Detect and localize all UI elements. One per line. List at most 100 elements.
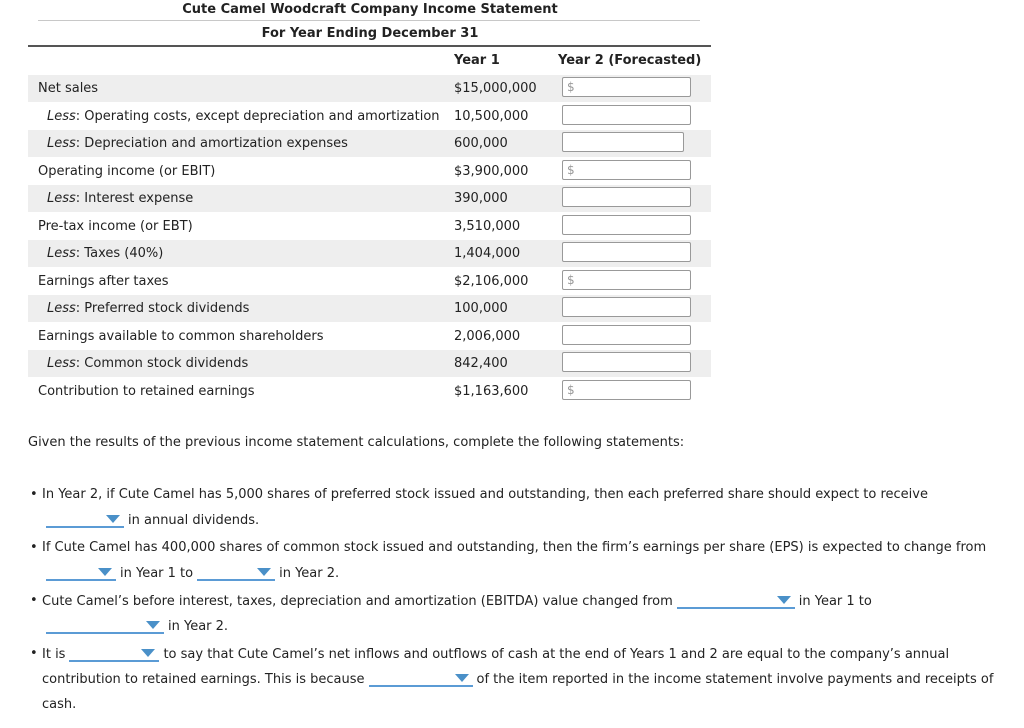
q2-eps-year1-dropdown[interactable] [46, 565, 116, 581]
row-label: Pre-tax income (or EBT) [38, 219, 193, 234]
statement-row: Less: Preferred stock dividends 100,000 [28, 295, 711, 322]
instructions-text: Given the results of the previous income… [28, 435, 685, 450]
statement-title: Cute Camel Woodcraft Company Income Stat… [182, 2, 558, 17]
dollar-prefix: $ [567, 80, 575, 94]
q4-line1: It is to say that Cute Camel’s net inflow… [42, 646, 949, 662]
year1-value: 1,404,000 [454, 246, 521, 261]
year2-input[interactable] [562, 187, 691, 207]
q4-text2: contribution to retained earnings. This … [42, 672, 365, 687]
q3-ebitda-year1-dropdown[interactable] [676, 593, 795, 609]
row-label: Earnings after taxes [38, 274, 169, 289]
statement-row: Less: Interest expense 390,000 [28, 185, 711, 212]
q4-reason-dropdown[interactable] [368, 671, 473, 687]
q1-line1: In Year 2, if Cute Camel has 5,000 share… [42, 487, 928, 502]
q4-text1: to say that Cute Camel’s net inflows and… [163, 647, 950, 662]
row-label: Less: Taxes (40%) [47, 246, 163, 261]
year2-input[interactable]: $ [562, 269, 691, 290]
q3-line2: in Year 2. [46, 618, 228, 634]
row-label-prefix: Less [47, 356, 76, 371]
year2-input[interactable]: $ [562, 379, 691, 400]
statement-subtitle: For Year Ending December 31 [261, 26, 479, 41]
row-label: Less: Depreciation and amortization expe… [47, 136, 348, 151]
year2-input[interactable] [562, 242, 691, 262]
row-label: Operating income (or EBIT) [38, 164, 215, 179]
year1-value: $1,163,600 [454, 383, 529, 399]
q3-suffix: in Year 2. [168, 619, 229, 634]
statement-row: Operating income (or EBIT) $3,900,000 $ [28, 158, 711, 185]
row-label-text: Contribution to retained earnings [38, 383, 255, 399]
bullet: • [30, 487, 38, 502]
q2-line2: in Year 1 to in Year 2. [46, 565, 339, 581]
row-label-text: : Preferred stock dividends [75, 301, 250, 316]
statement-row: Less: Taxes (40%) 1,404,000 [28, 240, 711, 267]
year2-input[interactable]: $ [562, 159, 691, 180]
row-label-text: : Taxes (40%) [75, 246, 164, 261]
q1-dividend-dropdown[interactable] [46, 512, 124, 528]
row-label: Less: Operating costs, except depreciati… [47, 109, 440, 124]
statement-row: Net sales $15,000,000 $ [28, 75, 711, 102]
q3-line1: Cute Camel’s before interest, taxes, dep… [42, 593, 872, 609]
year2-input[interactable]: $ [562, 77, 691, 97]
row-label-text: Earnings after taxes [38, 273, 169, 289]
year2-input[interactable] [562, 214, 691, 235]
q2-suffix: in Year 2. [279, 566, 340, 581]
dollar-prefix: $ [567, 162, 575, 177]
statement-row: Less: Depreciation and amortization expe… [28, 130, 711, 157]
dollar-prefix: $ [567, 272, 575, 287]
q2-eps-year2-dropdown[interactable] [197, 565, 276, 581]
q3-ebitda-year2-dropdown[interactable] [46, 618, 164, 634]
year2-input[interactable] [562, 324, 691, 345]
statement-row: Less: Operating costs, except depreciati… [28, 103, 711, 130]
row-label: Less: Common stock dividends [47, 356, 248, 371]
dropdown-arrow-icon [98, 568, 112, 576]
q4-accuracy-dropdown[interactable] [69, 646, 160, 662]
statement-row: Less: Common stock dividends 842,400 [28, 350, 711, 377]
year1-value: $3,900,000 [454, 163, 529, 179]
row-label-text: Earnings available to common shareholder… [38, 328, 324, 344]
year1-value: 100,000 [454, 301, 508, 316]
row-label: Less: Preferred stock dividends [47, 301, 249, 316]
row-label-text: : Operating costs, except depreciation a… [75, 108, 440, 124]
row-label: Net sales [38, 81, 98, 96]
q3-middle: in Year 1 to [798, 594, 872, 609]
row-label: Less: Interest expense [47, 191, 193, 206]
year1-value: 10,500,000 [454, 108, 529, 124]
row-label-prefix: Less [47, 301, 76, 316]
row-label: Contribution to retained earnings [38, 384, 255, 399]
dollar-prefix: $ [567, 382, 575, 397]
statement-row: Earnings after taxes $2,106,000 $ [28, 268, 711, 295]
bullet: • [30, 540, 38, 555]
dropdown-arrow-icon [146, 621, 160, 629]
statement-row: Contribution to retained earnings $1,163,… [28, 378, 711, 405]
row-label-text: Operating income (or EBIT) [38, 163, 216, 179]
row-label-text: Net sales [38, 81, 99, 96]
year1-value: 390,000 [454, 191, 508, 206]
row-label-text: : Interest expense [75, 191, 194, 206]
dropdown-arrow-icon [454, 674, 469, 682]
q2-line1: If Cute Camel has 400,000 shares of comm… [42, 540, 987, 555]
q2-middle: in Year 1 to [120, 566, 194, 581]
dropdown-arrow-icon [106, 515, 120, 523]
row-label-prefix: Less [47, 246, 76, 261]
row-label-text: : Depreciation and amortization expenses [75, 136, 348, 151]
q1-line2: in annual dividends. [46, 512, 259, 528]
dropdown-arrow-icon [776, 596, 791, 604]
year2-input[interactable] [562, 132, 684, 152]
column-header-year1: Year 1 [454, 53, 500, 68]
header-divider [28, 45, 711, 47]
row-label: Earnings available to common shareholder… [38, 329, 324, 344]
q1-suffix: in annual dividends. [128, 513, 260, 528]
row-label-prefix: Less [47, 136, 76, 151]
year2-input[interactable] [562, 297, 691, 317]
year2-input[interactable] [562, 352, 691, 372]
column-header-year2: Year 2 (Forecasted) [558, 53, 702, 68]
dropdown-arrow-icon [141, 649, 156, 657]
year2-input[interactable] [562, 104, 691, 125]
q4-line3: cash. [42, 697, 77, 712]
title-divider [38, 20, 700, 21]
year1-value: 3,510,000 [454, 218, 521, 234]
year1-value: $15,000,000 [454, 81, 537, 96]
year1-value: 842,400 [454, 356, 508, 371]
row-label-prefix: Less [47, 191, 76, 206]
year1-value: 600,000 [454, 136, 508, 151]
